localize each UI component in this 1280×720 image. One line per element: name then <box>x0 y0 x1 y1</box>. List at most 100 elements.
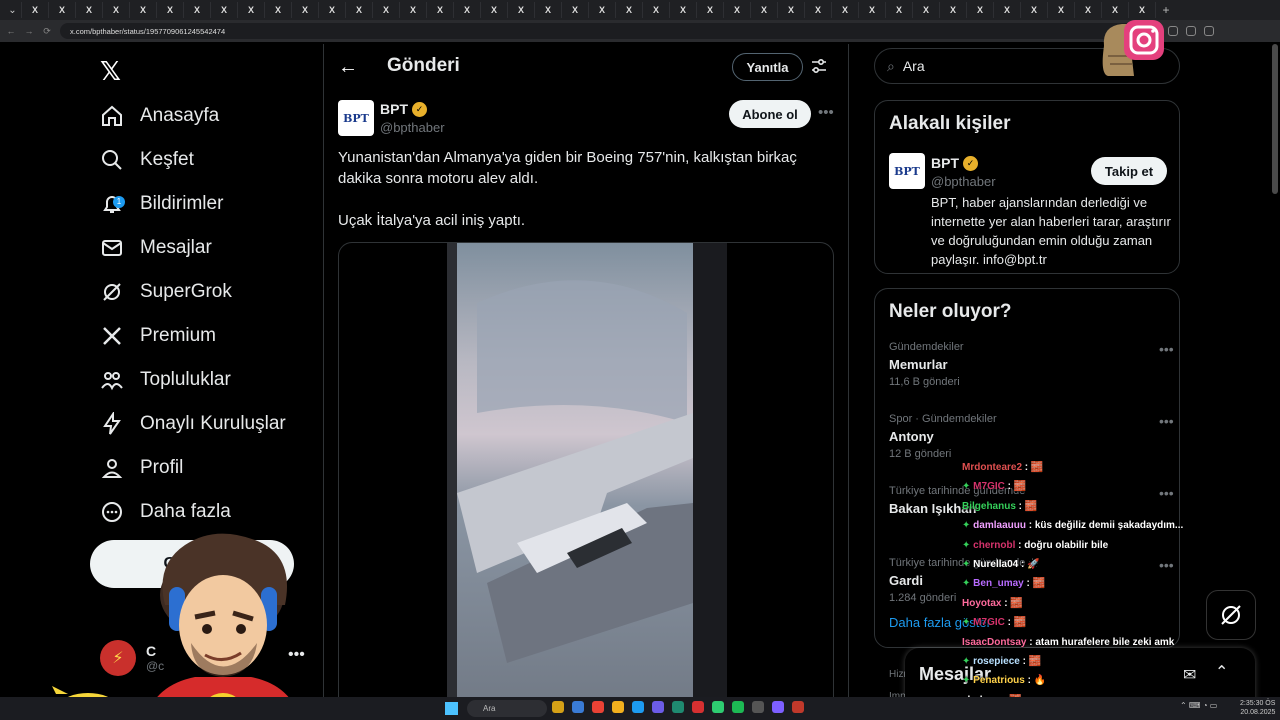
grok-button[interactable] <box>1206 590 1256 640</box>
spotify-icon[interactable] <box>732 701 744 713</box>
browser-tab[interactable]: X <box>751 2 778 18</box>
nav-item-mail[interactable]: Mesajlar <box>100 228 212 268</box>
scrollbar[interactable] <box>1272 44 1278 194</box>
sliders-icon[interactable] <box>809 56 829 76</box>
browser-tab[interactable]: X <box>724 2 751 18</box>
chat-message: ✦ Ben_umay : 🧱 <box>962 574 1212 593</box>
browser-tab[interactable]: X <box>589 2 616 18</box>
author-handle[interactable]: @bpthaber <box>380 120 445 135</box>
url-field[interactable]: x.com/bpthaber/status/195770906124554247… <box>60 23 1160 39</box>
back-arrow-icon[interactable]: ← <box>338 56 358 79</box>
browser-tab[interactable]: X <box>886 2 913 18</box>
browser-tab[interactable]: X <box>157 2 184 18</box>
reload-icon[interactable]: ⟳ <box>42 26 52 37</box>
nav-item-home[interactable]: Anasayfa <box>100 96 219 136</box>
author-avatar[interactable]: BPT <box>338 100 374 136</box>
browser-tab[interactable]: X <box>400 2 427 18</box>
taskbar-clock[interactable]: 2:35:30 ÖS 20.08.2025 <box>1240 699 1275 717</box>
browser-tab[interactable]: X <box>76 2 103 18</box>
app-icon[interactable] <box>572 701 584 713</box>
system-tray[interactable]: ⌃ ⌨ ◔ ▭ <box>1180 701 1217 710</box>
nav-item-label: Profil <box>140 457 184 478</box>
browser-tab[interactable]: X <box>562 2 589 18</box>
bookmark-icon[interactable] <box>1168 26 1178 36</box>
app-icon[interactable] <box>652 701 664 713</box>
browser-tab[interactable]: X <box>481 2 508 18</box>
related-name[interactable]: BPT ✓ <box>931 155 978 171</box>
chat-message: ✦ rosepiece : 🧱 <box>962 652 1212 671</box>
browser-tab[interactable]: X <box>103 2 130 18</box>
nav-item-communities[interactable]: Topluluklar <box>100 360 231 400</box>
chrome-icon[interactable] <box>592 701 604 713</box>
app-icon[interactable] <box>672 701 684 713</box>
browser-tab[interactable]: X <box>292 2 319 18</box>
browser-tab[interactable]: X <box>940 2 967 18</box>
forward-nav-icon[interactable]: → <box>24 26 34 36</box>
app-icon[interactable] <box>692 701 704 713</box>
video-player[interactable] <box>338 242 834 720</box>
author-name[interactable]: BPT ✓ <box>380 101 427 117</box>
extensions-icon[interactable] <box>1186 26 1196 36</box>
browser-tab[interactable]: X <box>670 2 697 18</box>
file-explorer-icon[interactable] <box>552 701 564 713</box>
trend-item[interactable]: Gündemdekiler Memurlar 11,6 B gönderi ••• <box>889 341 1174 388</box>
browser-tab[interactable]: X <box>616 2 643 18</box>
browser-tab[interactable]: X <box>913 2 940 18</box>
nav-item-grok[interactable]: SuperGrok <box>100 272 232 312</box>
subscribe-button[interactable]: Abone ol <box>729 100 811 128</box>
reply-button[interactable]: Yanıtla <box>732 53 803 81</box>
new-tab-icon[interactable]: + <box>1156 3 1176 17</box>
browser-tab[interactable]: X <box>319 2 346 18</box>
browser-tab[interactable]: X <box>130 2 157 18</box>
nav-item-lightning[interactable]: Onaylı Kuruluşlar <box>100 404 286 444</box>
more-icon[interactable]: ••• <box>1159 413 1174 429</box>
browser-tab[interactable]: X <box>535 2 562 18</box>
browser-tab[interactable]: X <box>778 2 805 18</box>
browser-tab[interactable]: X <box>508 2 535 18</box>
browser-tab[interactable]: X <box>49 2 76 18</box>
app-icon[interactable] <box>792 701 804 713</box>
follow-button[interactable]: Takip et <box>1091 157 1167 185</box>
browser-tab[interactable]: X <box>346 2 373 18</box>
browser-tab[interactable]: X <box>994 2 1021 18</box>
related-handle[interactable]: @bpthaber <box>931 174 996 189</box>
browser-tab[interactable]: X <box>427 2 454 18</box>
nav-item-x[interactable]: Premium <box>100 316 216 356</box>
browser-tab[interactable]: X <box>967 2 994 18</box>
browser-tab[interactable]: X <box>454 2 481 18</box>
browser-tab[interactable]: X <box>238 2 265 18</box>
browser-tab[interactable]: X <box>859 2 886 18</box>
whatsapp-icon[interactable] <box>712 701 724 713</box>
browser-tab[interactable]: X <box>211 2 238 18</box>
back-nav-icon[interactable]: ← <box>6 26 16 36</box>
expand-up-icon[interactable]: ⌃ <box>1215 662 1228 682</box>
browser-tab[interactable]: X <box>832 2 859 18</box>
windows-start-icon[interactable] <box>445 702 458 715</box>
related-avatar[interactable]: BPT <box>889 153 925 189</box>
folder-icon[interactable] <box>612 701 624 713</box>
browser-tab[interactable]: X <box>1021 2 1048 18</box>
browser-tab[interactable]: X <box>805 2 832 18</box>
edge-icon[interactable] <box>632 701 644 713</box>
nav-item-person[interactable]: Profil <box>100 448 183 488</box>
browser-tab[interactable]: X <box>697 2 724 18</box>
more-icon[interactable]: ••• <box>818 104 834 121</box>
profile-icon[interactable] <box>1204 26 1214 36</box>
app-icon[interactable] <box>752 701 764 713</box>
browser-tab[interactable]: X <box>22 2 49 18</box>
x-tab-favicon-icon: X <box>301 5 308 15</box>
trend-item[interactable]: Spor · Gündemdekiler Antony 12 B gönderi ••… <box>889 413 1174 460</box>
browser-tab[interactable]: X <box>643 2 670 18</box>
browser-tab[interactable]: X <box>1048 2 1075 18</box>
taskbar-search[interactable]: Ara <box>467 700 547 717</box>
more-icon[interactable]: ••• <box>1159 341 1174 357</box>
x-logo-icon[interactable]: 𝕏 <box>100 56 121 87</box>
browser-tab[interactable]: X <box>265 2 292 18</box>
browser-tab[interactable]: X <box>184 2 211 18</box>
nav-item-search[interactable]: Keşfet <box>100 140 194 180</box>
tab-list-icon[interactable]: ⌄ <box>4 2 22 18</box>
browser-tab[interactable]: X <box>373 2 400 18</box>
nav-item-bell[interactable]: 1 Bildirimler <box>100 184 223 224</box>
discord-icon[interactable] <box>772 701 784 713</box>
chat-username: Hoyotax <box>962 597 1002 609</box>
